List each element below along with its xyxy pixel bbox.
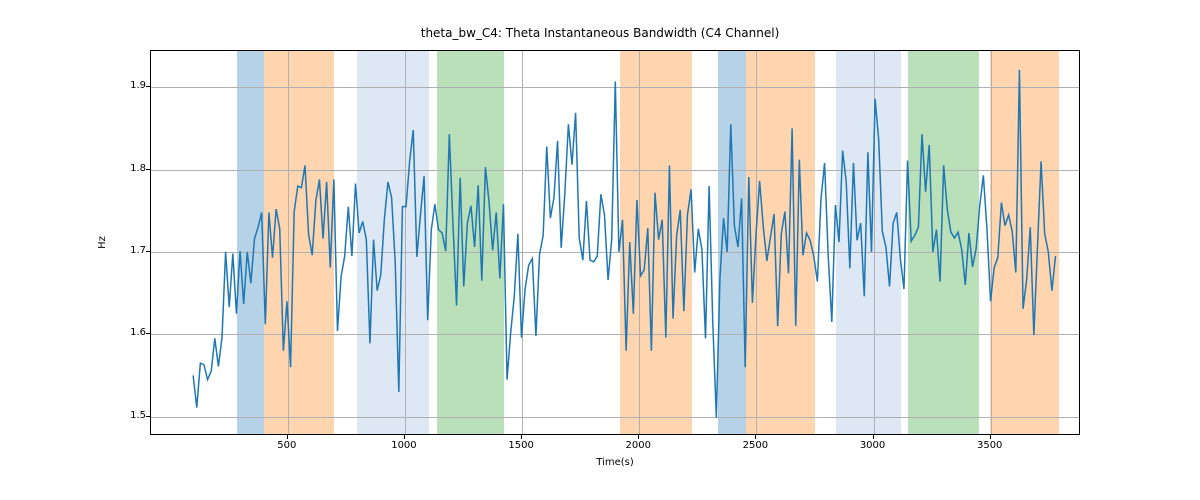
y-tick-label: 1.7 <box>110 245 146 256</box>
y-tick-mark <box>146 169 150 170</box>
x-tick-label: 1500 <box>491 440 551 451</box>
chart-title: theta_bw_C4: Theta Instantaneous Bandwid… <box>0 26 1200 40</box>
y-tick-label: 1.9 <box>110 80 146 91</box>
x-tick-mark <box>990 435 991 439</box>
y-axis-label: Hz <box>95 50 109 435</box>
x-tick-label: 2000 <box>608 440 668 451</box>
y-tick-mark <box>146 86 150 87</box>
x-tick-label: 2500 <box>725 440 785 451</box>
y-tick-mark <box>146 416 150 417</box>
x-tick-mark <box>755 435 756 439</box>
x-tick-label: 3000 <box>843 440 903 451</box>
x-tick-mark <box>638 435 639 439</box>
x-axis-label: Time(s) <box>150 457 1080 468</box>
line-series <box>151 51 1079 434</box>
y-tick-mark <box>146 333 150 334</box>
x-tick-label: 1000 <box>374 440 434 451</box>
y-tick-label: 1.6 <box>110 327 146 338</box>
figure: theta_bw_C4: Theta Instantaneous Bandwid… <box>0 0 1200 500</box>
y-tick-mark <box>146 251 150 252</box>
plot-area <box>150 50 1080 435</box>
x-tick-mark <box>287 435 288 439</box>
x-tick-mark <box>873 435 874 439</box>
y-tick-label: 1.8 <box>110 163 146 174</box>
y-tick-label: 1.5 <box>110 410 146 421</box>
x-tick-label: 3500 <box>960 440 1020 451</box>
x-tick-mark <box>521 435 522 439</box>
x-tick-label: 500 <box>257 440 317 451</box>
series-theta-bw-c4 <box>193 70 1055 418</box>
x-tick-mark <box>404 435 405 439</box>
